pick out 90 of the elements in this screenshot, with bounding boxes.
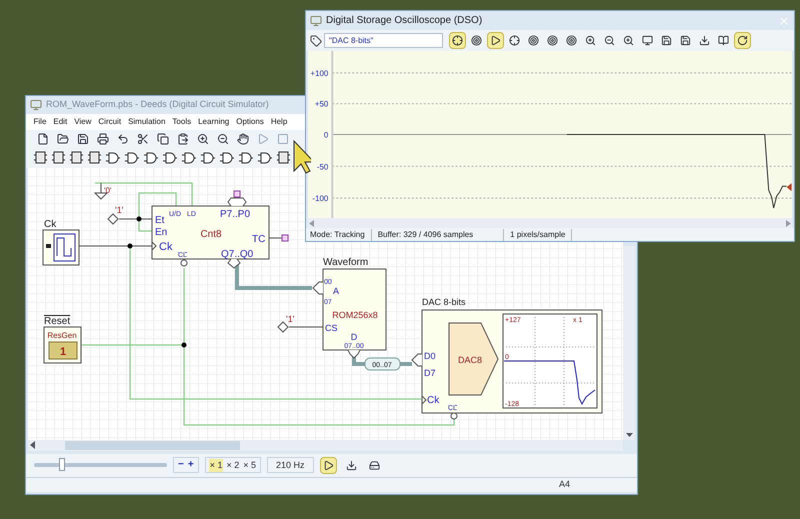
status-text: Buffer: 329 / 4096 samples xyxy=(378,228,504,240)
app-icon xyxy=(310,14,322,26)
mouse-pointer-icon xyxy=(293,140,311,174)
menu-item[interactable]: Help xyxy=(267,116,291,128)
step-button[interactable]: + xyxy=(188,460,194,470)
component-name: Cnt8 xyxy=(200,228,222,240)
slider-thumb[interactable] xyxy=(59,458,65,472)
clock-generator xyxy=(42,229,80,266)
constant-diamond xyxy=(107,213,119,224)
tag-icon xyxy=(310,34,322,46)
junction-dot xyxy=(136,216,142,222)
gate-icon[interactable] xyxy=(163,152,177,164)
menu-item[interactable]: Edit xyxy=(50,116,71,128)
gate-icon[interactable] xyxy=(182,152,196,164)
pin-label: TC xyxy=(252,234,266,245)
clock-pin xyxy=(152,241,157,250)
status-text: A4 xyxy=(559,478,570,492)
menu-item[interactable]: Circuit xyxy=(94,116,125,128)
pin-label: CS xyxy=(325,322,338,333)
constant-label: '1' xyxy=(115,204,124,215)
gate-icon[interactable] xyxy=(220,152,234,164)
pin-label: D0 xyxy=(424,350,436,361)
pin-label: D7 xyxy=(424,368,436,378)
gate-icon[interactable] xyxy=(258,152,272,164)
refresh-icon[interactable] xyxy=(734,32,751,49)
gate-icon[interactable] xyxy=(125,152,139,164)
constant-diamond xyxy=(277,321,289,332)
menu-item[interactable]: View xyxy=(70,116,95,128)
pin-label: Ck xyxy=(159,240,172,253)
pin-label: Q7..Q0 xyxy=(221,248,254,260)
key-label: 1 xyxy=(60,346,66,358)
trigger-marker xyxy=(786,183,792,192)
pin-connector xyxy=(227,258,241,268)
component-name: ResGen xyxy=(47,330,77,340)
pin-label: Ck xyxy=(427,394,440,406)
gate-icon[interactable] xyxy=(239,152,253,164)
menu-item[interactable]: Options xyxy=(232,116,268,128)
pin-label: Et xyxy=(155,214,164,226)
probe-field[interactable]: "DAC 8-bits" xyxy=(324,33,443,48)
component-name: ROM256x8 xyxy=(332,310,378,320)
pin-connector xyxy=(312,281,324,294)
multiplier-button[interactable]: × 1 xyxy=(208,458,224,472)
waveform-icon[interactable] xyxy=(320,456,337,474)
component-name: DAC8 xyxy=(458,354,482,365)
axis-label: +100 xyxy=(310,68,328,78)
gate-icon[interactable] xyxy=(106,152,120,164)
component-label: Waveform xyxy=(323,256,368,268)
axis-label: 0 xyxy=(324,130,328,140)
pin-label: A xyxy=(333,286,340,296)
menu-item[interactable]: Learning xyxy=(194,116,233,128)
menu-item[interactable]: Tools xyxy=(168,116,195,128)
menu-item[interactable]: Simulation xyxy=(124,116,169,128)
component-label: Reset xyxy=(44,316,70,327)
step-button[interactable]: − xyxy=(178,460,184,470)
clock-pin xyxy=(422,395,427,404)
probe-marker xyxy=(282,234,288,242)
pin-connector xyxy=(348,349,360,358)
pin-label: P7..P0 xyxy=(220,208,250,220)
junction-dot xyxy=(128,243,132,248)
component-label: Ck xyxy=(44,218,56,230)
constant-label: '0' xyxy=(104,186,112,195)
menu-item[interactable]: File xyxy=(30,116,50,128)
vertical-scrollbar[interactable] xyxy=(623,246,635,440)
component-label: DAC 8-bits xyxy=(422,296,466,307)
axis-label: -100 xyxy=(312,194,328,204)
scrollbar-thumb[interactable] xyxy=(65,440,240,450)
pin-label: En xyxy=(155,226,168,238)
window-title: ROM_WaveForm.pbs - Deeds (Digital Circuit Simulator) xyxy=(46,98,269,112)
constant-label: '1' xyxy=(286,314,294,324)
probe-marker xyxy=(234,190,240,198)
horizontal-scrollbar[interactable] xyxy=(28,440,623,451)
waveform-icon[interactable] xyxy=(487,32,504,49)
status-text: Mode: Tracking xyxy=(310,228,372,240)
pin-label: D xyxy=(350,332,358,342)
pin-connector xyxy=(411,353,422,366)
frequency-display: 210 Hz xyxy=(266,457,314,474)
bus-label xyxy=(364,357,400,370)
multiplier-button[interactable]: × 5 xyxy=(242,458,257,472)
speed-slider[interactable] xyxy=(34,458,167,472)
gate-icon[interactable] xyxy=(201,152,215,164)
app-icon xyxy=(30,98,42,111)
window-title: Digital Storage Oscilloscope (DSO) xyxy=(326,14,482,28)
multiplier-button[interactable]: × 2 xyxy=(225,458,240,472)
reset-key[interactable] xyxy=(48,341,78,360)
axis-label: -50 xyxy=(316,162,328,172)
trigger-icon[interactable] xyxy=(449,32,466,49)
axis-label: +50 xyxy=(314,100,328,109)
gate-icon[interactable] xyxy=(144,152,158,164)
junction-dot xyxy=(182,342,186,348)
status-text: 1 pixels/sample xyxy=(510,228,572,240)
